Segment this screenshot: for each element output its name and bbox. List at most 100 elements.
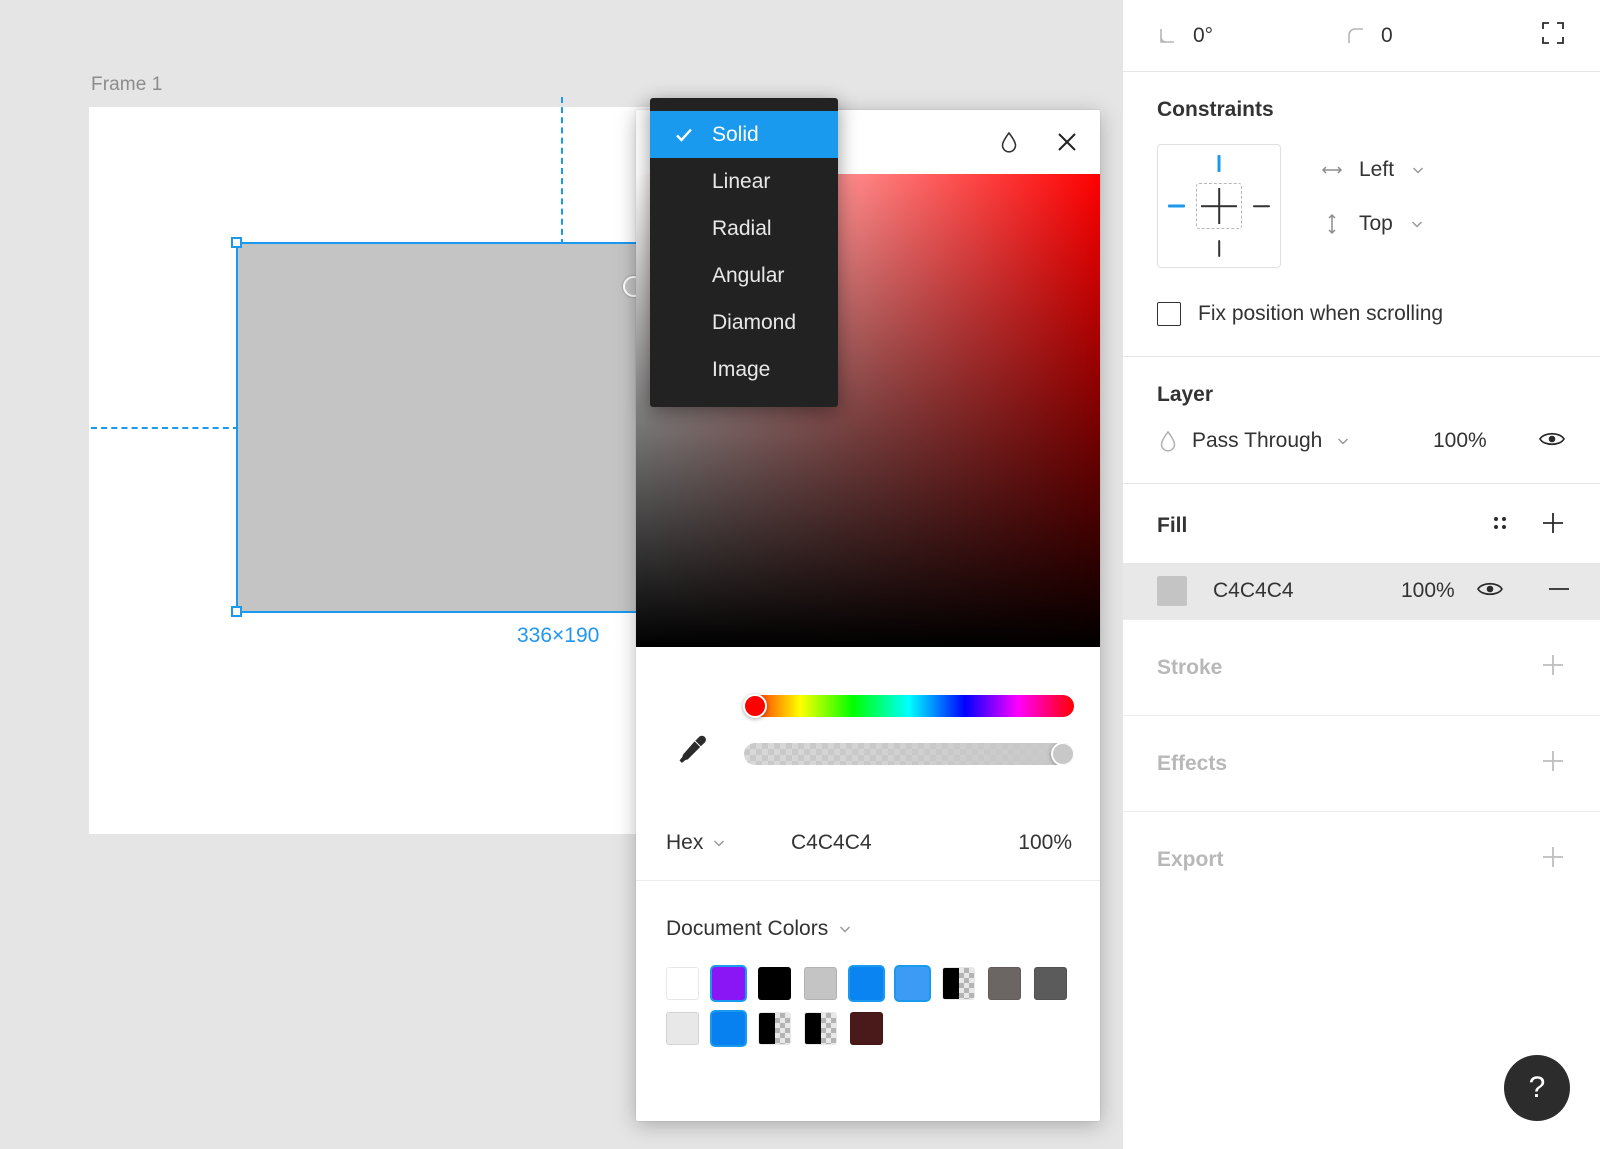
fill-type-option-label: Image bbox=[712, 357, 771, 381]
horizontal-arrows-icon bbox=[1321, 166, 1343, 174]
fill-type-option-solid[interactable]: Solid bbox=[650, 111, 838, 158]
styles-grid-icon[interactable] bbox=[1488, 511, 1512, 540]
chevron-down-icon bbox=[840, 926, 851, 933]
color-swatch-gray-dark[interactable] bbox=[1034, 967, 1067, 1000]
fill-type-option-angular[interactable]: Angular bbox=[650, 252, 838, 299]
transform-row: 0° 0 bbox=[1123, 0, 1600, 72]
section-title: Stroke bbox=[1157, 655, 1223, 679]
swatch-solid-half bbox=[805, 1013, 821, 1044]
horizontal-constraint-dropdown[interactable]: Left bbox=[1321, 158, 1426, 182]
chevron-down-icon bbox=[1413, 167, 1424, 174]
close-icon[interactable] bbox=[1052, 127, 1082, 157]
add-effects-plus-icon[interactable] bbox=[1540, 748, 1566, 779]
properties-panel: 0° 0 Constraints Left Top Fix position w… bbox=[1122, 0, 1600, 1149]
hue-slider[interactable] bbox=[743, 694, 1074, 718]
selected-rectangle[interactable] bbox=[236, 242, 658, 613]
independent-corners-icon[interactable] bbox=[1540, 20, 1566, 51]
constraint-arm-right[interactable] bbox=[1253, 205, 1270, 207]
constraints-widget[interactable] bbox=[1157, 144, 1281, 268]
fill-item-row[interactable]: C4C4C4 100% bbox=[1123, 563, 1600, 619]
constraint-arm-bottom[interactable] bbox=[1218, 240, 1220, 257]
swatch-transparency bbox=[774, 1013, 790, 1044]
color-swatch-black-alpha-2[interactable] bbox=[758, 1012, 791, 1045]
layer-section: Layer Pass Through 100% bbox=[1123, 357, 1600, 483]
color-swatch-white[interactable] bbox=[666, 967, 699, 1000]
help-label: ? bbox=[1528, 1071, 1546, 1104]
add-export-plus-icon[interactable] bbox=[1540, 844, 1566, 875]
section-effects: Effects bbox=[1123, 715, 1600, 811]
remove-fill-minus-icon[interactable] bbox=[1546, 576, 1572, 607]
color-swatch-black-alpha-3[interactable] bbox=[804, 1012, 837, 1045]
add-fill-plus-icon[interactable] bbox=[1540, 510, 1566, 541]
hue-slider-knob[interactable] bbox=[743, 694, 767, 718]
fill-type-option-label: Linear bbox=[712, 169, 771, 193]
section-export: Export bbox=[1123, 811, 1600, 907]
alignment-guide-vertical bbox=[561, 97, 563, 245]
fill-hex-value[interactable]: C4C4C4 bbox=[1213, 579, 1294, 603]
document-colors-grid[interactable] bbox=[666, 967, 1086, 1045]
layer-visibility-eye-icon[interactable] bbox=[1538, 428, 1566, 455]
fill-type-option-radial[interactable]: Radial bbox=[650, 205, 838, 252]
fill-title: Fill bbox=[1157, 513, 1188, 537]
color-swatch-dark-maroon[interactable] bbox=[850, 1012, 883, 1045]
horizontal-constraint-value: Left bbox=[1359, 158, 1395, 181]
constraints-title: Constraints bbox=[1157, 98, 1274, 121]
fill-type-dropdown-menu[interactable]: Solid Linear Radial Angular Diamond Image bbox=[650, 98, 838, 407]
color-swatch-blue-bright[interactable] bbox=[712, 1012, 745, 1045]
fill-visibility-eye-icon[interactable] bbox=[1476, 578, 1504, 605]
hex-input-row: Hex C4C4C4 100% bbox=[636, 805, 1100, 881]
blend-mode-dropdown[interactable]: Pass Through bbox=[1157, 429, 1351, 453]
alignment-guide-horizontal bbox=[91, 427, 239, 429]
fill-type-option-label: Radial bbox=[712, 216, 772, 240]
swatch-solid-half bbox=[759, 1013, 775, 1044]
vertical-constraint-dropdown[interactable]: Top bbox=[1321, 212, 1426, 236]
color-sliders bbox=[636, 647, 1100, 805]
color-swatch-gray-warm[interactable] bbox=[988, 967, 1021, 1000]
fill-type-option-diamond[interactable]: Diamond bbox=[650, 299, 838, 346]
fill-type-option-linear[interactable]: Linear bbox=[650, 158, 838, 205]
corner-radius-field[interactable]: 0 bbox=[1345, 24, 1393, 48]
section-title: Export bbox=[1157, 847, 1224, 871]
droplet-icon[interactable] bbox=[994, 127, 1024, 157]
layer-title: Layer bbox=[1157, 383, 1214, 406]
resize-handle-top-left[interactable] bbox=[231, 237, 242, 248]
hex-value-input[interactable]: C4C4C4 bbox=[791, 831, 872, 855]
help-icon[interactable]: ? bbox=[1504, 1055, 1570, 1121]
document-colors-label: Document Colors bbox=[666, 917, 829, 940]
alpha-slider[interactable] bbox=[744, 743, 1074, 765]
alpha-value-input[interactable]: 100% bbox=[1018, 831, 1072, 855]
color-swatch-blue[interactable] bbox=[850, 967, 883, 1000]
resize-handle-bottom-left[interactable] bbox=[231, 606, 242, 617]
section-title: Effects bbox=[1157, 751, 1228, 775]
add-stroke-plus-icon[interactable] bbox=[1540, 652, 1566, 683]
fill-opacity-value[interactable]: 100% bbox=[1401, 579, 1455, 603]
constraint-arm-left[interactable] bbox=[1168, 204, 1185, 208]
swatch-transparency bbox=[958, 968, 974, 999]
color-mode-dropdown[interactable]: Hex bbox=[666, 831, 727, 855]
fix-position-checkbox[interactable] bbox=[1157, 302, 1181, 326]
color-swatch-light-gray[interactable] bbox=[804, 967, 837, 1000]
vertical-arrows-icon bbox=[1328, 213, 1336, 235]
alpha-slider-fill bbox=[744, 743, 1074, 765]
blend-mode-value: Pass Through bbox=[1192, 429, 1323, 452]
color-swatch-black[interactable] bbox=[758, 967, 791, 1000]
document-colors-header[interactable]: Document Colors bbox=[666, 917, 1070, 941]
constraint-arm-top[interactable] bbox=[1217, 155, 1221, 172]
color-mode-label: Hex bbox=[666, 830, 704, 854]
layer-opacity-input[interactable]: 100% bbox=[1433, 429, 1487, 453]
swatch-solid-half bbox=[943, 968, 959, 999]
eyedropper-icon[interactable] bbox=[672, 729, 710, 767]
fix-position-row[interactable]: Fix position when scrolling bbox=[1157, 302, 1566, 356]
alpha-slider-knob[interactable] bbox=[1051, 743, 1074, 765]
color-swatch-black-alpha[interactable] bbox=[942, 967, 975, 1000]
fill-type-option-image[interactable]: Image bbox=[650, 346, 838, 393]
frame-label[interactable]: Frame 1 bbox=[91, 74, 162, 96]
fix-position-label: Fix position when scrolling bbox=[1198, 302, 1444, 325]
color-swatch-purple[interactable] bbox=[712, 967, 745, 1000]
rotation-value: 0° bbox=[1193, 23, 1214, 47]
vertical-constraint-value: Top bbox=[1359, 212, 1393, 235]
color-swatch-sky-blue[interactable] bbox=[896, 967, 929, 1000]
fill-swatch[interactable] bbox=[1157, 576, 1187, 606]
color-swatch-off-white[interactable] bbox=[666, 1012, 699, 1045]
rotation-field[interactable]: 0° bbox=[1157, 24, 1213, 48]
